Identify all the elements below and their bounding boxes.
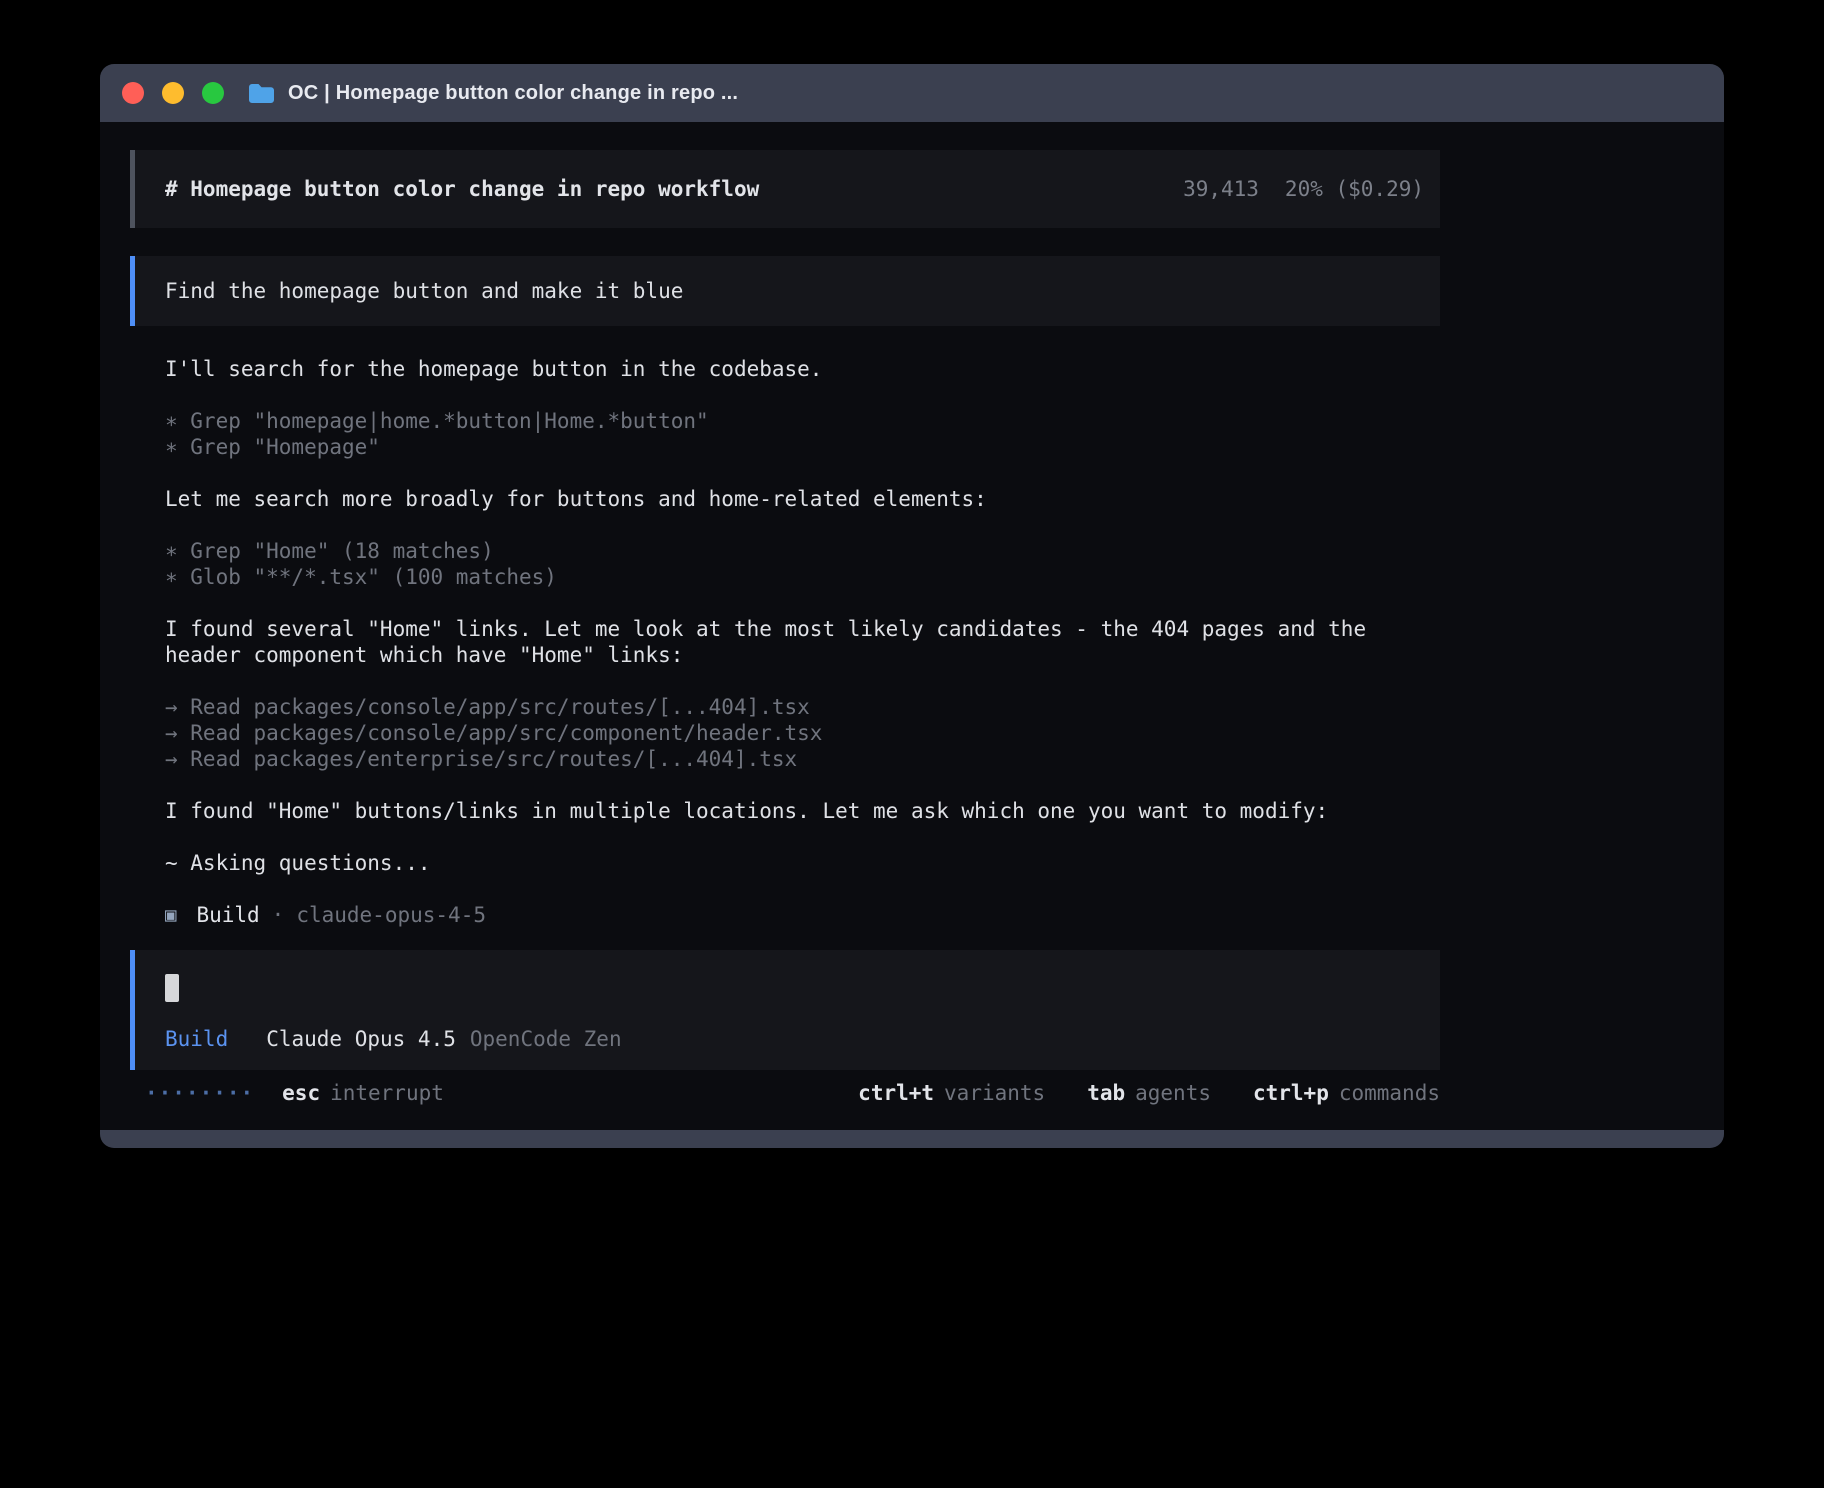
- shortcut-agents: tab agents: [1087, 1081, 1211, 1105]
- tool-call-grep: ∗ Grep "homepage|home.*button|Home.*butt…: [165, 408, 1470, 434]
- tool-call-glob: ∗ Glob "**/*.tsx" (100 matches): [165, 564, 1470, 590]
- user-message: Find the homepage button and make it blu…: [130, 256, 1440, 326]
- session-header: # Homepage button color change in repo w…: [130, 150, 1440, 228]
- interrupt-key: esc: [282, 1081, 320, 1105]
- shortcut-key: ctrl+p: [1253, 1081, 1329, 1105]
- assistant-text: header component which have "Home" links…: [165, 642, 1470, 668]
- assistant-text: I'll search for the homepage button in t…: [165, 356, 1470, 382]
- agent-indicator: ▣ Build · claude-opus-4-5: [165, 902, 1470, 928]
- prompt-input[interactable]: Build Claude Opus 4.5 OpenCode Zen: [130, 950, 1440, 1070]
- tool-call-grep: ∗ Grep "Homepage": [165, 434, 1470, 460]
- spinner-dots: ········: [145, 1081, 254, 1105]
- tool-call-read: → Read packages/console/app/src/routes/[…: [165, 694, 1470, 720]
- title-bar: OC | Homepage button color change in rep…: [100, 64, 1724, 122]
- shortcut-label: variants: [944, 1081, 1045, 1105]
- interrupt-label: interrupt: [330, 1081, 444, 1105]
- assistant-text: I found "Home" buttons/links in multiple…: [165, 798, 1470, 824]
- assistant-status: ~ Asking questions...: [165, 850, 1470, 876]
- agent-separator: ·: [272, 902, 285, 928]
- shortcut-label: commands: [1339, 1081, 1440, 1105]
- input-meta: Build Claude Opus 4.5 OpenCode Zen: [165, 1026, 1410, 1052]
- agent-model: claude-opus-4-5: [296, 902, 486, 928]
- session-title: # Homepage button color change in repo w…: [165, 177, 759, 201]
- mode-badge[interactable]: Build: [165, 1026, 228, 1052]
- shortcut-label: agents: [1135, 1081, 1211, 1105]
- model-name: Claude Opus 4.5: [266, 1026, 456, 1052]
- token-count: 39,413: [1183, 177, 1259, 201]
- window-bottom-edge: [100, 1130, 1724, 1148]
- zoom-button[interactable]: [202, 82, 224, 104]
- close-button[interactable]: [122, 82, 144, 104]
- shortcut-key: ctrl+t: [858, 1081, 934, 1105]
- folder-icon: [248, 82, 275, 104]
- assistant-text: I found several "Home" links. Let me loo…: [165, 616, 1470, 642]
- traffic-lights: [122, 82, 224, 104]
- minimize-button[interactable]: [162, 82, 184, 104]
- text-cursor: [165, 974, 179, 1002]
- shortcut-variants: ctrl+t variants: [858, 1081, 1045, 1105]
- transcript: I'll search for the homepage button in t…: [130, 356, 1470, 928]
- tool-call-grep: ∗ Grep "Home" (18 matches): [165, 538, 1470, 564]
- window-title: OC | Homepage button color change in rep…: [288, 82, 738, 105]
- context-cost: 20% ($0.29): [1285, 177, 1424, 201]
- terminal-window: OC | Homepage button color change in rep…: [100, 64, 1724, 1148]
- assistant-text: Let me search more broadly for buttons a…: [165, 486, 1470, 512]
- tool-call-read: → Read packages/console/app/src/componen…: [165, 720, 1470, 746]
- terminal-content: # Homepage button color change in repo w…: [100, 122, 1470, 1106]
- shortcut-key: tab: [1087, 1081, 1125, 1105]
- status-bar: ········ esc interrupt ctrl+t variants t…: [130, 1080, 1440, 1106]
- agent-name: Build: [196, 902, 259, 928]
- shortcut-commands: ctrl+p commands: [1253, 1081, 1440, 1105]
- tool-call-read: → Read packages/enterprise/src/routes/[.…: [165, 746, 1470, 772]
- agent-square-icon: ▣: [165, 902, 176, 928]
- provider-name: OpenCode Zen: [470, 1026, 622, 1052]
- session-stats: 39,413 20% ($0.29): [1183, 177, 1424, 201]
- user-message-text: Find the homepage button and make it blu…: [165, 279, 683, 303]
